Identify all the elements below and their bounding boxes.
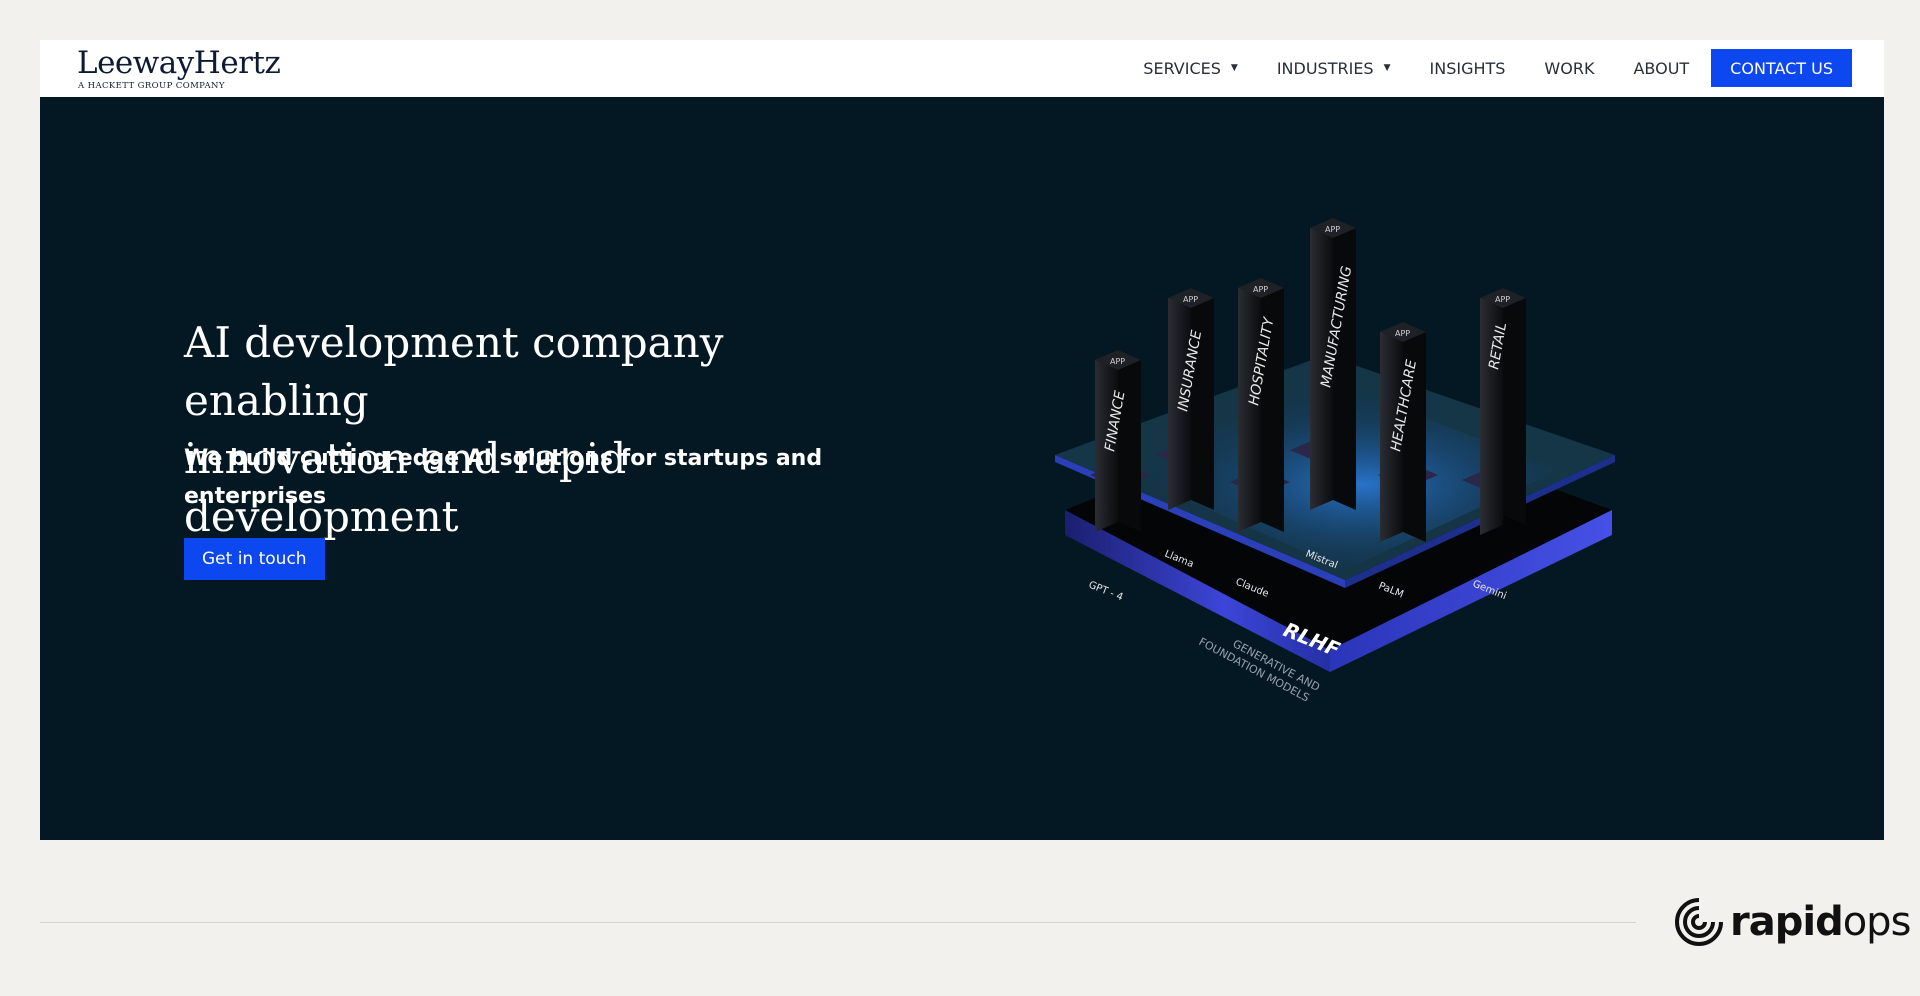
footer-divider: [40, 922, 1636, 923]
app-label: APP: [1253, 285, 1268, 294]
nav-services-label: SERVICES: [1143, 58, 1221, 78]
app-label: APP: [1495, 295, 1510, 304]
nav-industries[interactable]: INDUSTRIES ▼: [1277, 49, 1391, 87]
rapidops-wordmark: rapidops: [1730, 897, 1912, 947]
app-label: APP: [1325, 225, 1340, 234]
contact-us-button[interactable]: CONTACT US: [1711, 49, 1852, 87]
app-label: APP: [1110, 357, 1125, 366]
logo-tagline: A HACKETT GROUP COMPANY: [78, 81, 225, 91]
logo-wordmark: LeewayHertz: [77, 45, 281, 81]
rapidops-logo[interactable]: rapidops: [1674, 897, 1912, 947]
ai-stack-illustration: FINANCE INSURANCE HOSPITALITY MANUFACTUR…: [1055, 218, 1615, 705]
nav-industries-label: INDUSTRIES: [1276, 58, 1374, 78]
hero-title-line1: AI development company enabling: [184, 318, 724, 425]
navbar: LeewayHertz A HACKETT GROUP COMPANY SERV…: [40, 40, 1884, 97]
main-nav: SERVICES ▼ INDUSTRIES ▼ INSIGHTS WORK AB…: [1143, 49, 1852, 87]
app-label: APP: [1183, 295, 1198, 304]
app-label: APP: [1395, 329, 1410, 338]
get-in-touch-button[interactable]: Get in touch: [184, 538, 325, 580]
nav-about[interactable]: ABOUT: [1633, 49, 1689, 87]
nav-insights[interactable]: INSIGHTS: [1430, 49, 1506, 87]
model-gpt4: GPT - 4: [1087, 580, 1125, 604]
rapidops-wordmark-bold: rapid: [1730, 899, 1844, 945]
logo[interactable]: LeewayHertz A HACKETT GROUP COMPANY: [77, 45, 281, 91]
caret-down-icon: ▼: [1230, 63, 1238, 73]
rapidops-wordmark-light: ops: [1842, 899, 1912, 945]
rapidops-mark-icon: [1675, 898, 1723, 946]
hero-subtitle: We build cutting-edge AI solutions for s…: [184, 446, 823, 509]
nav-work[interactable]: WORK: [1544, 49, 1594, 87]
nav-services[interactable]: SERVICES ▼: [1143, 49, 1238, 87]
caret-down-icon: ▼: [1383, 63, 1391, 73]
